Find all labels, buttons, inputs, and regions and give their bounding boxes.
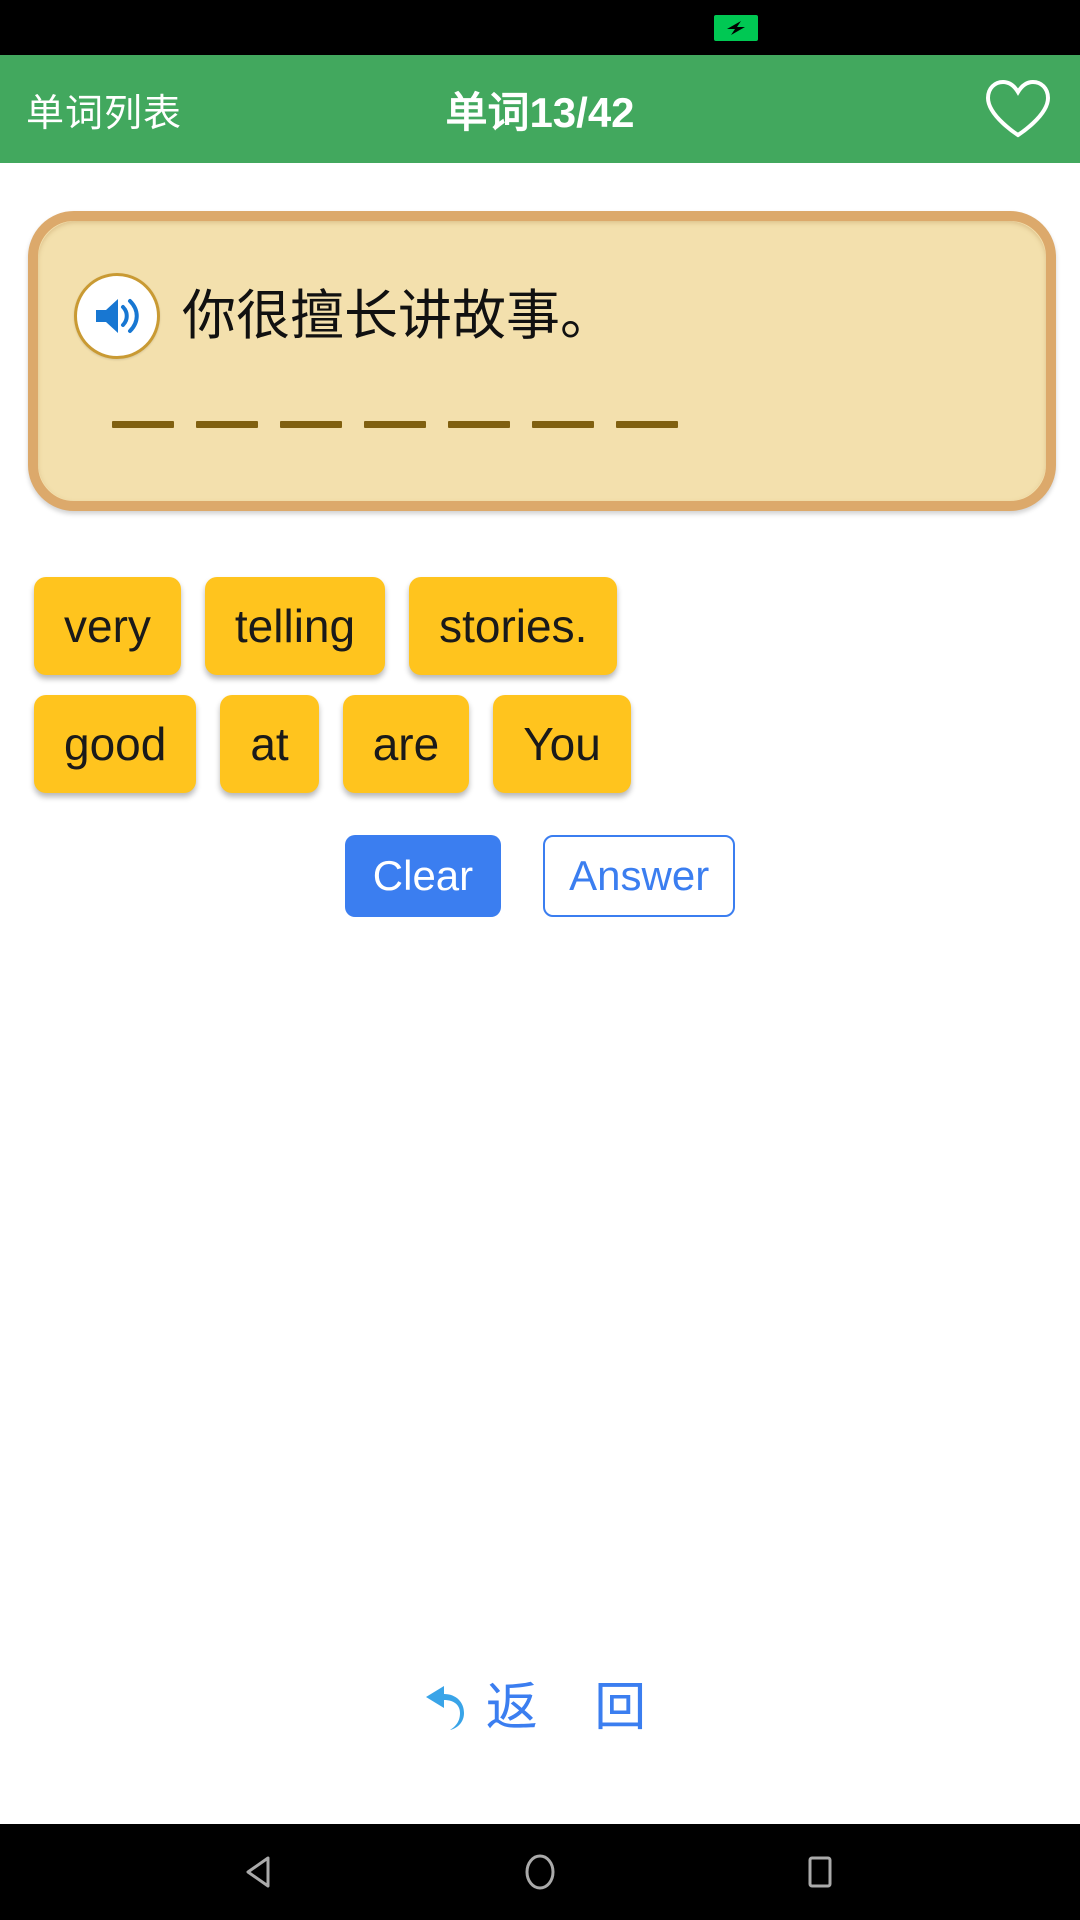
word-tile[interactable]: very: [34, 577, 181, 675]
word-tile-row: good at are You: [34, 695, 1080, 793]
word-tile[interactable]: stories.: [409, 577, 618, 675]
blank-dash: [532, 421, 594, 428]
clear-button[interactable]: Clear: [344, 835, 502, 918]
sentence-card-wrap: 你很擅长讲故事。: [0, 163, 1080, 511]
return-label: 返 回: [485, 1678, 667, 1738]
heart-outline-icon[interactable]: [984, 78, 1052, 140]
square-recents-icon[interactable]: [790, 1842, 850, 1902]
word-tile[interactable]: at: [220, 695, 319, 793]
word-tile[interactable]: telling: [204, 577, 386, 675]
blank-dash: [364, 421, 426, 428]
speaker-volume-icon[interactable]: [74, 273, 160, 359]
app-bar: 单词列表 单词13/42: [0, 55, 1080, 163]
answer-blanks: [38, 421, 1046, 428]
android-nav-bar: [0, 1824, 1080, 1920]
word-tile[interactable]: are: [342, 695, 470, 793]
blank-dash: [112, 421, 174, 428]
triangle-back-icon[interactable]: [230, 1842, 290, 1902]
blank-dash: [448, 421, 510, 428]
status-bar: [0, 0, 1080, 55]
circle-home-icon[interactable]: [510, 1842, 570, 1902]
sentence-card: 你很擅长讲故事。: [28, 211, 1056, 511]
blank-dash: [616, 421, 678, 428]
word-tiles: very telling stories. good at are You: [0, 511, 1080, 793]
page-title: 单词13/42: [445, 88, 635, 136]
blank-dash: [196, 421, 258, 428]
word-tile[interactable]: You: [493, 695, 631, 793]
word-tile[interactable]: good: [34, 695, 197, 793]
battery-charging-icon: [714, 14, 758, 41]
card-sentence-row: 你很擅长讲故事。: [38, 221, 1046, 359]
sentence-text: 你很擅长讲故事。: [182, 284, 614, 347]
undo-arrow-icon: [414, 1680, 470, 1736]
word-tile-row: very telling stories.: [34, 577, 1080, 675]
answer-button[interactable]: Answer: [543, 835, 736, 918]
blank-dash: [280, 421, 342, 428]
return-link[interactable]: 返 回: [0, 1680, 1080, 1736]
action-buttons: Clear Answer: [0, 835, 1080, 918]
